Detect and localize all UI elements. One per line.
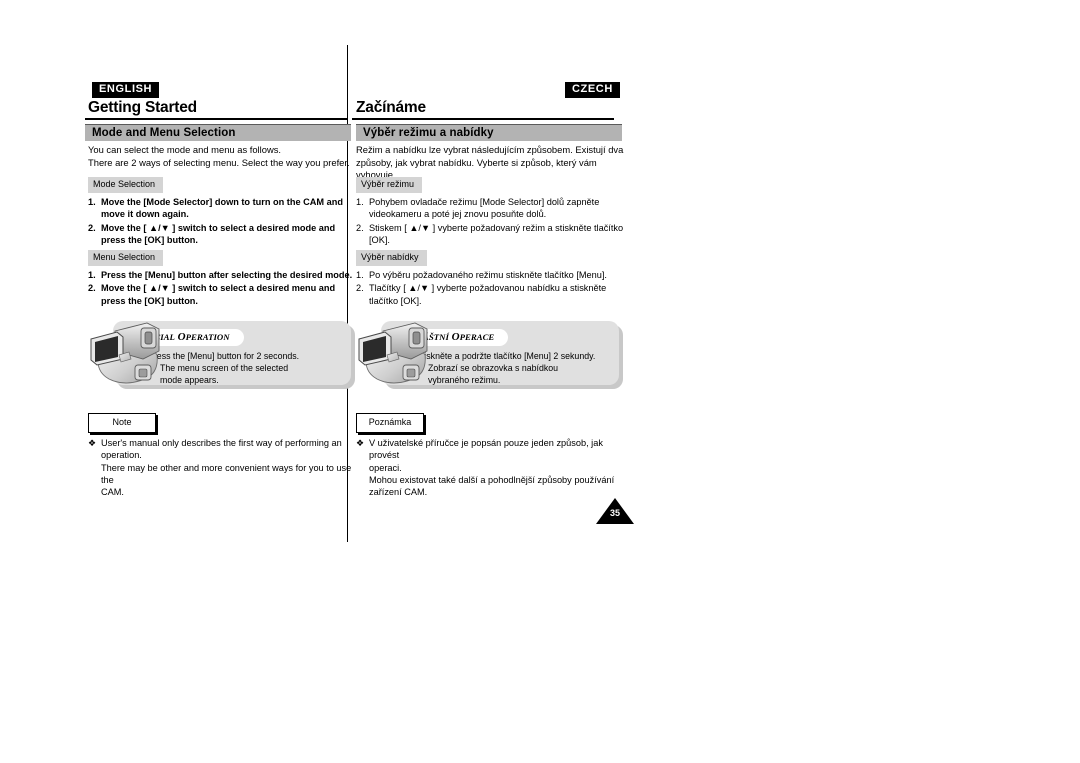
sop-title-cap-2: O [451, 331, 460, 343]
sop-title-rest-2: PERACE [459, 332, 495, 342]
page-number-badge: 35 [596, 498, 634, 524]
note-line-3: There may be other and more convenient w… [101, 462, 352, 485]
note-body-english: ❖ User's manual only describes the first… [88, 437, 354, 498]
note-text: User's manual only describes the first w… [101, 437, 354, 498]
note-text: V uživatelské příručce je popsán pouze j… [369, 437, 626, 498]
note-line-4: CAM. [101, 487, 124, 498]
list-item: 2. Tlačítky [ ▲/▼ ] vyberte požadovanou … [356, 282, 626, 307]
step-number: 2. [356, 283, 364, 294]
step-text: Po výběru požadovaného režimu stiskněte … [369, 270, 607, 280]
steps-mode-selection-czech: 1. Pohybem ovladače režimu [Mode Selecto… [356, 196, 626, 247]
step-number: 2. [88, 222, 96, 233]
list-item: 2. Move the [ ▲/▼ ] switch to select a d… [88, 282, 354, 307]
subheader-menu-selection-english: Menu Selection [88, 250, 164, 266]
note-item: ❖ V uživatelské příručce je popsán pouze… [356, 437, 626, 498]
step-number: 1. [356, 270, 364, 280]
step-text: Tlačítky [ ▲/▼ ] vyberte požadovanou nab… [369, 283, 607, 306]
step-number: 2. [356, 222, 364, 233]
note-item: ❖ User's manual only describes the first… [88, 437, 354, 498]
note-line-3: Mohou existovat také další a pohodlnější… [369, 474, 615, 485]
note-bullet-icon: ❖ [88, 438, 97, 448]
step-text: Move the [ ▲/▼ ] switch to select a desi… [101, 222, 336, 245]
intro-line-1: Režim a nabídku lze vybrat následujícím … [356, 144, 624, 155]
step-number: 1. [356, 197, 364, 207]
note-label-czech: Poznámka [356, 413, 424, 433]
steps-menu-selection-czech: 1. Po výběru požadovaného režimu stiskně… [356, 269, 626, 308]
title-rule-czech [352, 118, 614, 120]
step-number: 1. [88, 197, 96, 207]
language-badge-english: ENGLISH [92, 82, 160, 98]
language-badge-czech: CZECH [565, 82, 620, 98]
list-item: 1. Po výběru požadovaného režimu stiskně… [356, 269, 626, 281]
step-number: 1. [88, 270, 96, 280]
note-body-czech: ❖ V uživatelské příručce je popsán pouze… [356, 437, 626, 498]
sop-title-rest-2: PERATION [185, 332, 230, 342]
note-line-1: User's manual only describes the first w… [101, 438, 342, 448]
camcorder-illustration-icon [90, 322, 160, 384]
manual-page: ENGLISH Getting Started Mode and Menu Se… [0, 0, 1080, 763]
subheader-mode-selection-english: Mode Selection [88, 177, 164, 193]
step-text: Pohybem ovladače režimu [Mode Selector] … [369, 197, 600, 220]
note-line-2: operation. [101, 450, 142, 461]
subheader-mode-selection-czech: Výběr režimu [356, 177, 423, 193]
section-title-english: Mode and Menu Selection [92, 127, 236, 139]
intro-line-2: There are 2 ways of selecting menu. Sele… [88, 156, 350, 168]
list-item: 1. Pohybem ovladače režimu [Mode Selecto… [356, 196, 626, 221]
section-header-czech: Výběr režimu a nabídky [356, 124, 622, 141]
step-text: Move the [ ▲/▼ ] switch to select a desi… [101, 283, 336, 306]
note-line-4: zařízení CAM. [369, 487, 428, 498]
chapter-title-czech: Začínáme [356, 99, 426, 116]
step-number: 2. [88, 283, 96, 294]
steps-mode-selection-english: 1. Move the [Mode Selector] down to turn… [88, 196, 354, 247]
steps-menu-selection-english: 1. Press the [Menu] button after selecti… [88, 269, 354, 308]
title-rule-english [85, 118, 347, 120]
note-line-1: V uživatelské příručce je popsán pouze j… [369, 438, 603, 461]
section-header-english: Mode and Menu Selection [85, 124, 351, 141]
note-line-2: operaci. [369, 462, 402, 473]
section-title-czech: Výběr režimu a nabídky [363, 127, 494, 139]
intro-paragraph-czech: Režim a nabídku lze vybrat následujícím … [356, 144, 624, 182]
list-item: 1. Press the [Menu] button after selecti… [88, 269, 354, 281]
step-text: Press the [Menu] button after selecting … [101, 270, 353, 280]
step-text: Stiskem [ ▲/▼ ] vyberte požadovaný režim… [369, 222, 624, 245]
camcorder-illustration-icon [358, 322, 428, 384]
note-label-english: Note [88, 413, 156, 433]
step-text: Move the [Mode Selector] down to turn on… [101, 197, 343, 220]
page-number: 35 [609, 508, 620, 518]
list-item: 2. Move the [ ▲/▼ ] switch to select a d… [88, 222, 354, 247]
intro-paragraph-english: You can select the mode and menu as foll… [88, 144, 354, 169]
list-item: 1. Move the [Mode Selector] down to turn… [88, 196, 354, 221]
special-operation-panel-czech: ZVLÁŠTNÍ OPERACE 1. Stiskněte a podržte … [353, 315, 619, 391]
subheader-menu-selection-czech: Výběr nabídky [356, 250, 427, 266]
list-item: 2. Stiskem [ ▲/▼ ] vyberte požadovaný re… [356, 222, 626, 247]
special-operation-panel-english: SPECIAL OPERATION 1. Press the [Menu] bu… [85, 315, 351, 391]
note-bullet-icon: ❖ [356, 438, 365, 448]
intro-line-1: You can select the mode and menu as foll… [88, 144, 282, 155]
chapter-title-english: Getting Started [88, 99, 197, 116]
